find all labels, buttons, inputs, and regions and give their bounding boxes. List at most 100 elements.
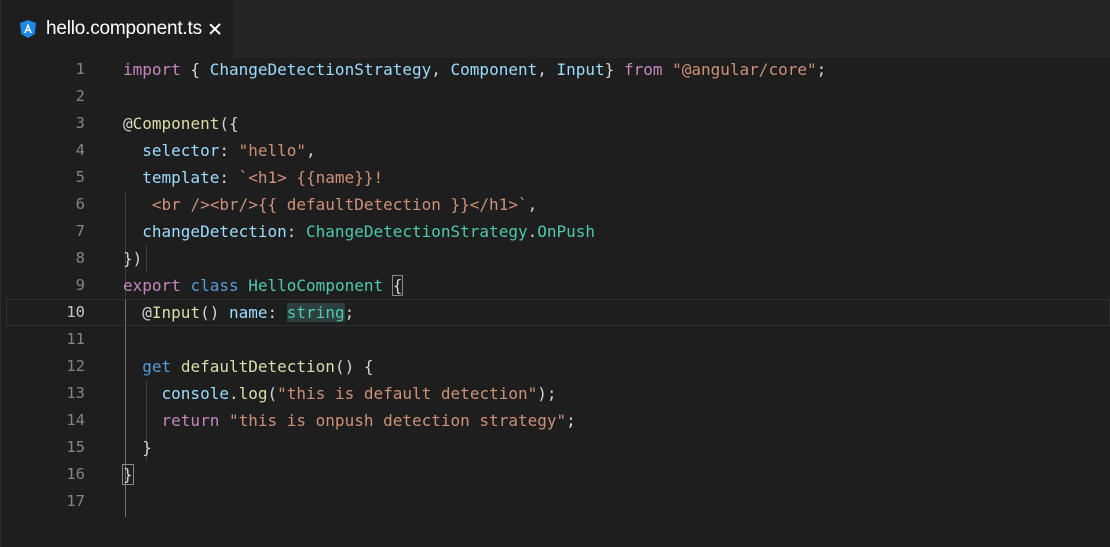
line-number: 17 xyxy=(66,492,85,510)
close-icon[interactable] xyxy=(209,23,221,35)
editor-window: hello.component.ts 1 import { ChangeDetec… xyxy=(0,0,1110,547)
line-number: 1 xyxy=(75,60,85,78)
code-text: console.log("this is default detection")… xyxy=(123,380,557,407)
line-number: 16 xyxy=(66,465,85,483)
code-token: { xyxy=(180,60,210,79)
code-token: . xyxy=(228,384,239,403)
code-token: "hello" xyxy=(238,141,307,160)
code-token: from xyxy=(623,60,663,79)
code-token: Component xyxy=(132,114,220,133)
code-text: changeDetection: ChangeDetectionStrategy… xyxy=(123,218,595,245)
code-text: <br /><br/>{{ defaultDetection }}</h1>`, xyxy=(123,191,537,218)
code-token: () { xyxy=(334,357,374,376)
code-text: } xyxy=(122,461,134,488)
code-line[interactable]: 14 return "this is onpush detection stra… xyxy=(1,407,1110,434)
code-token: get xyxy=(142,357,172,376)
code-line[interactable]: 6 <br /><br/>{{ defaultDetection }}</h1>… xyxy=(1,191,1110,218)
line-number: 3 xyxy=(75,114,85,132)
line-number: 5 xyxy=(75,168,85,186)
code-token: Component xyxy=(450,60,538,79)
code-text: } xyxy=(123,434,152,461)
code-token: @ xyxy=(123,114,133,133)
code-line[interactable]: 7 changeDetection: ChangeDetectionStrate… xyxy=(1,218,1110,245)
code-line[interactable]: 3 @Component({ xyxy=(1,110,1110,137)
line-number: 11 xyxy=(66,330,85,348)
code-line[interactable]: 5 template: `<h1> {{name}}! xyxy=(1,164,1110,191)
code-token: ChangeDetectionStrategy xyxy=(306,222,528,241)
code-token: ({ xyxy=(219,114,239,133)
tab-hello-component[interactable]: hello.component.ts xyxy=(1,0,233,58)
line-number: 7 xyxy=(75,222,85,240)
code-text: @Input() name: string; xyxy=(123,299,354,326)
code-line[interactable]: 8}) xyxy=(1,245,1110,272)
code-token: name xyxy=(228,303,268,322)
code-token: ; xyxy=(566,411,576,430)
code-line[interactable]: 1 import { ChangeDetectionStrategy, Compo… xyxy=(1,56,1110,83)
code-token: , xyxy=(431,60,451,79)
code-text: @Component({ xyxy=(123,110,239,137)
code-text: export class HelloComponent { xyxy=(123,272,404,299)
code-token: , xyxy=(527,195,538,214)
code-token: ChangeDetectionStrategy xyxy=(209,60,432,79)
code-token: } xyxy=(123,438,152,457)
code-token: , xyxy=(306,141,316,160)
code-text: import { ChangeDetectionStrategy, Compon… xyxy=(123,56,826,83)
code-token: ); xyxy=(537,384,557,403)
code-line[interactable]: 15 } xyxy=(1,434,1110,461)
code-token: log xyxy=(238,384,268,403)
code-text: template: `<h1> {{name}}! xyxy=(123,164,383,191)
code-token: export xyxy=(123,276,181,295)
code-token: }) xyxy=(123,249,143,268)
line-number: 8 xyxy=(75,249,85,267)
code-token: Input xyxy=(556,60,605,79)
code-token: class xyxy=(190,276,239,295)
code-line[interactable]: 9 export class HelloComponent { xyxy=(1,272,1110,299)
line-number: 12 xyxy=(66,357,85,375)
code-text: return "this is onpush detection strateg… xyxy=(123,407,576,434)
code-token: } xyxy=(604,60,624,79)
line-number: 15 xyxy=(66,438,85,456)
code-token: defaultDetection xyxy=(180,357,335,376)
code-token: import xyxy=(123,60,181,79)
code-token: : xyxy=(267,303,287,322)
code-text: get defaultDetection() { xyxy=(123,353,373,380)
code-token: ; xyxy=(344,303,355,322)
code-line[interactable]: 13 console.log("this is default detectio… xyxy=(1,380,1110,407)
line-number: 9 xyxy=(75,276,85,294)
code-line[interactable]: 2 xyxy=(1,83,1110,110)
line-number: 10 xyxy=(66,303,85,321)
code-line[interactable]: 16} xyxy=(1,461,1110,488)
code-token: , xyxy=(537,60,557,79)
tab-title: hello.component.ts xyxy=(46,18,202,39)
code-editor[interactable]: 1 import { ChangeDetectionStrategy, Compo… xyxy=(1,58,1110,547)
code-line[interactable]: 17 xyxy=(1,488,1110,515)
code-token: "this is default detection" xyxy=(277,384,538,403)
code-token: return xyxy=(161,411,220,430)
line-number: 13 xyxy=(66,384,85,402)
code-token: `<h1> {{name}}! xyxy=(238,168,384,187)
code-line[interactable]: 4 selector: "hello", xyxy=(1,137,1110,164)
code-line[interactable]: 10 @Input() name: string; xyxy=(1,299,1110,326)
code-token: ( xyxy=(267,384,278,403)
code-token: string xyxy=(286,303,345,322)
code-token: } xyxy=(122,464,134,485)
line-number: 4 xyxy=(75,141,85,159)
code-token: : xyxy=(219,168,239,187)
code-token: () xyxy=(200,303,229,322)
code-token: OnPush xyxy=(537,222,596,241)
line-number: 2 xyxy=(75,87,85,105)
code-line[interactable]: 11 xyxy=(1,326,1110,353)
code-token: @ xyxy=(142,303,152,322)
code-token: "this is onpush detection strategy" xyxy=(228,411,567,430)
code-line[interactable]: 12 get defaultDetection() { xyxy=(1,353,1110,380)
code-lines: 1 import { ChangeDetectionStrategy, Compo… xyxy=(1,56,1110,515)
